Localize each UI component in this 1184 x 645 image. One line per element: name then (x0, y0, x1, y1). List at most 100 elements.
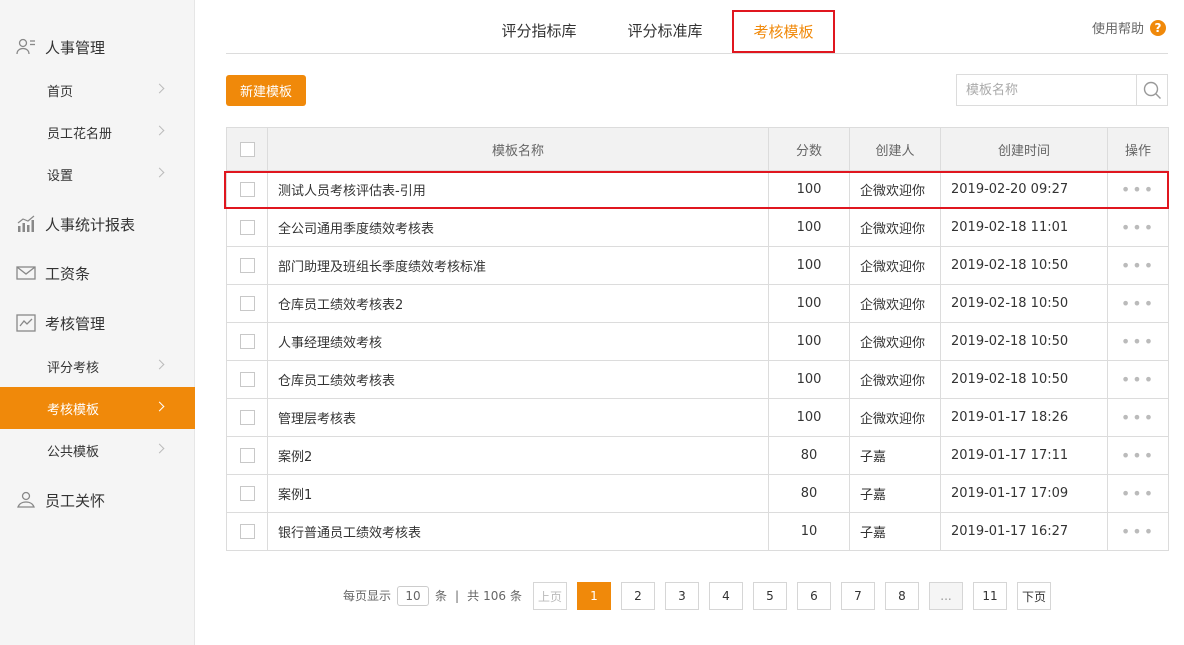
row-actions-cell: ••• (1107, 246, 1169, 285)
search-input[interactable] (957, 75, 1136, 105)
sidebar-section-hr[interactable]: 人事管理 (0, 27, 195, 67)
chevron-right-icon (154, 443, 165, 454)
row-checkbox-cell (226, 208, 268, 247)
table-row[interactable]: 全公司通用季度绩效考核表 100 企微欢迎你 2019-02-18 11:01 ••• (226, 208, 1169, 247)
table-row[interactable]: 银行普通员工绩效考核表 10 子嘉 2019-01-17 16:27 ••• (226, 512, 1169, 551)
row-checkbox[interactable] (239, 296, 255, 311)
chevron-right-icon (154, 83, 165, 94)
help-link[interactable]: 使用帮助 ? (1092, 18, 1167, 37)
row-checkbox[interactable] (239, 486, 255, 501)
table-row[interactable]: 仓库员工绩效考核表 100 企微欢迎你 2019-02-18 10:50 ••• (226, 360, 1169, 399)
page-button[interactable]: 5 (753, 582, 787, 610)
template-name[interactable]: 管理层考核表 (267, 398, 769, 437)
sidebar-item-roster[interactable]: 员工花名册 (0, 111, 195, 153)
new-template-button[interactable]: 新建模板 (226, 75, 306, 106)
more-actions-icon[interactable]: ••• (1121, 446, 1155, 465)
row-checkbox-cell (226, 170, 268, 209)
template-name[interactable]: 测试人员考核评估表-引用 (267, 170, 769, 209)
row-checkbox-cell (226, 284, 268, 323)
table-row[interactable]: 人事经理绩效考核 100 企微欢迎你 2019-02-18 10:50 ••• (226, 322, 1169, 361)
table-header-row: 模板名称 分数 创建人 创建时间 操作 (226, 127, 1169, 171)
page-button[interactable]: 2 (621, 582, 655, 610)
table-row[interactable]: 管理层考核表 100 企微欢迎你 2019-01-17 18:26 ••• (226, 398, 1169, 437)
row-checkbox[interactable] (239, 182, 255, 197)
row-checkbox[interactable] (239, 448, 255, 463)
row-checkbox[interactable] (239, 524, 255, 539)
sidebar-section-label: 员工关怀 (45, 491, 106, 510)
next-page-button[interactable]: 下页 (1017, 582, 1051, 610)
more-actions-icon[interactable]: ••• (1121, 522, 1155, 541)
more-actions-icon[interactable]: ••• (1121, 180, 1155, 199)
page-button[interactable]: 1 (577, 582, 611, 610)
template-created-time: 2019-02-18 10:50 (940, 322, 1108, 361)
template-name[interactable]: 仓库员工绩效考核表2 (267, 284, 769, 323)
page-button[interactable]: 8 (885, 582, 919, 610)
prev-page-button[interactable]: 上页 (533, 582, 567, 610)
template-score: 100 (768, 208, 850, 247)
page-size-input[interactable]: 10 (397, 585, 430, 606)
row-actions-cell: ••• (1107, 170, 1169, 209)
tab-assessment-templates[interactable]: 考核模板 (732, 10, 835, 53)
template-name[interactable]: 银行普通员工绩效考核表 (267, 512, 769, 551)
row-checkbox[interactable] (239, 258, 255, 273)
more-actions-icon[interactable]: ••• (1121, 294, 1155, 313)
sidebar-item-templates[interactable]: 考核模板 (0, 387, 195, 429)
more-actions-icon[interactable]: ••• (1121, 332, 1155, 351)
page-button[interactable]: 7 (841, 582, 875, 610)
header-name: 模板名称 (267, 127, 769, 171)
sidebar-section-hr-stats[interactable]: 人事统计报表 (0, 204, 195, 244)
row-checkbox-cell (226, 512, 268, 551)
sidebar-item-scoring[interactable]: 评分考核 (0, 345, 195, 387)
template-name[interactable]: 案例2 (267, 436, 769, 475)
table-row[interactable]: 案例2 80 子嘉 2019-01-17 17:11 ••• (226, 436, 1169, 475)
sidebar-section-label: 工资条 (45, 264, 91, 283)
row-checkbox[interactable] (239, 410, 255, 425)
row-checkbox[interactable] (239, 220, 255, 235)
sidebar-item-label: 公共模板 (47, 444, 100, 460)
sidebar-item-label: 考核模板 (47, 402, 100, 418)
template-name[interactable]: 全公司通用季度绩效考核表 (267, 208, 769, 247)
row-checkbox[interactable] (239, 334, 255, 349)
template-name[interactable]: 部门助理及班组长季度绩效考核标准 (267, 246, 769, 285)
template-creator: 企微欢迎你 (849, 170, 941, 209)
header-actions: 操作 (1107, 127, 1169, 171)
more-actions-icon[interactable]: ••• (1121, 256, 1155, 275)
tab-scoring-indicators[interactable]: 评分指标库 (488, 10, 590, 50)
row-actions-cell: ••• (1107, 322, 1169, 361)
page-button[interactable]: 11 (973, 582, 1007, 610)
template-created-time: 2019-02-18 11:01 (940, 208, 1108, 247)
template-name[interactable]: 人事经理绩效考核 (267, 322, 769, 361)
page-button[interactable]: 6 (797, 582, 831, 610)
select-all-checkbox[interactable] (239, 141, 255, 157)
sidebar-section-employee-care[interactable]: 员工关怀 (0, 480, 195, 520)
row-checkbox[interactable] (239, 372, 255, 387)
sidebar-item-public-templates[interactable]: 公共模板 (0, 429, 195, 471)
sidebar-section-assessment[interactable]: 考核管理 (0, 303, 195, 343)
table-row[interactable]: 案例1 80 子嘉 2019-01-17 17:09 ••• (226, 474, 1169, 513)
row-actions-cell: ••• (1107, 398, 1169, 437)
table-row[interactable]: 部门助理及班组长季度绩效考核标准 100 企微欢迎你 2019-02-18 10:50… (226, 246, 1169, 285)
sidebar-section-label: 人事统计报表 (45, 215, 136, 234)
template-created-time: 2019-02-18 10:50 (940, 360, 1108, 399)
per-page-prefix: 每页显示 (343, 589, 392, 603)
search-box (956, 74, 1168, 106)
template-name[interactable]: 仓库员工绩效考核表 (267, 360, 769, 399)
templates-table: 模板名称 分数 创建人 创建时间 操作 测试人员考核评估表-引用 100 企微欢迎你… (226, 127, 1169, 551)
page-ellipsis: ... (929, 582, 963, 610)
more-actions-icon[interactable]: ••• (1121, 484, 1155, 503)
sidebar-item-settings[interactable]: 设置 (0, 153, 195, 195)
sidebar-section-label: 考核管理 (45, 314, 106, 333)
page-button[interactable]: 4 (709, 582, 743, 610)
template-name[interactable]: 案例1 (267, 474, 769, 513)
search-button[interactable] (1136, 75, 1167, 105)
more-actions-icon[interactable]: ••• (1121, 370, 1155, 389)
tab-scoring-standards[interactable]: 评分标准库 (614, 10, 716, 50)
sidebar-section-payslip[interactable]: 工资条 (0, 253, 195, 293)
sidebar-item-home[interactable]: 首页 (0, 69, 195, 111)
page-button[interactable]: 3 (665, 582, 699, 610)
row-actions-cell: ••• (1107, 436, 1169, 475)
table-row[interactable]: 仓库员工绩效考核表2 100 企微欢迎你 2019-02-18 10:50 ••• (226, 284, 1169, 323)
more-actions-icon[interactable]: ••• (1121, 408, 1155, 427)
table-row[interactable]: 测试人员考核评估表-引用 100 企微欢迎你 2019-02-20 09:27 ••• (226, 170, 1169, 209)
more-actions-icon[interactable]: ••• (1121, 218, 1155, 237)
